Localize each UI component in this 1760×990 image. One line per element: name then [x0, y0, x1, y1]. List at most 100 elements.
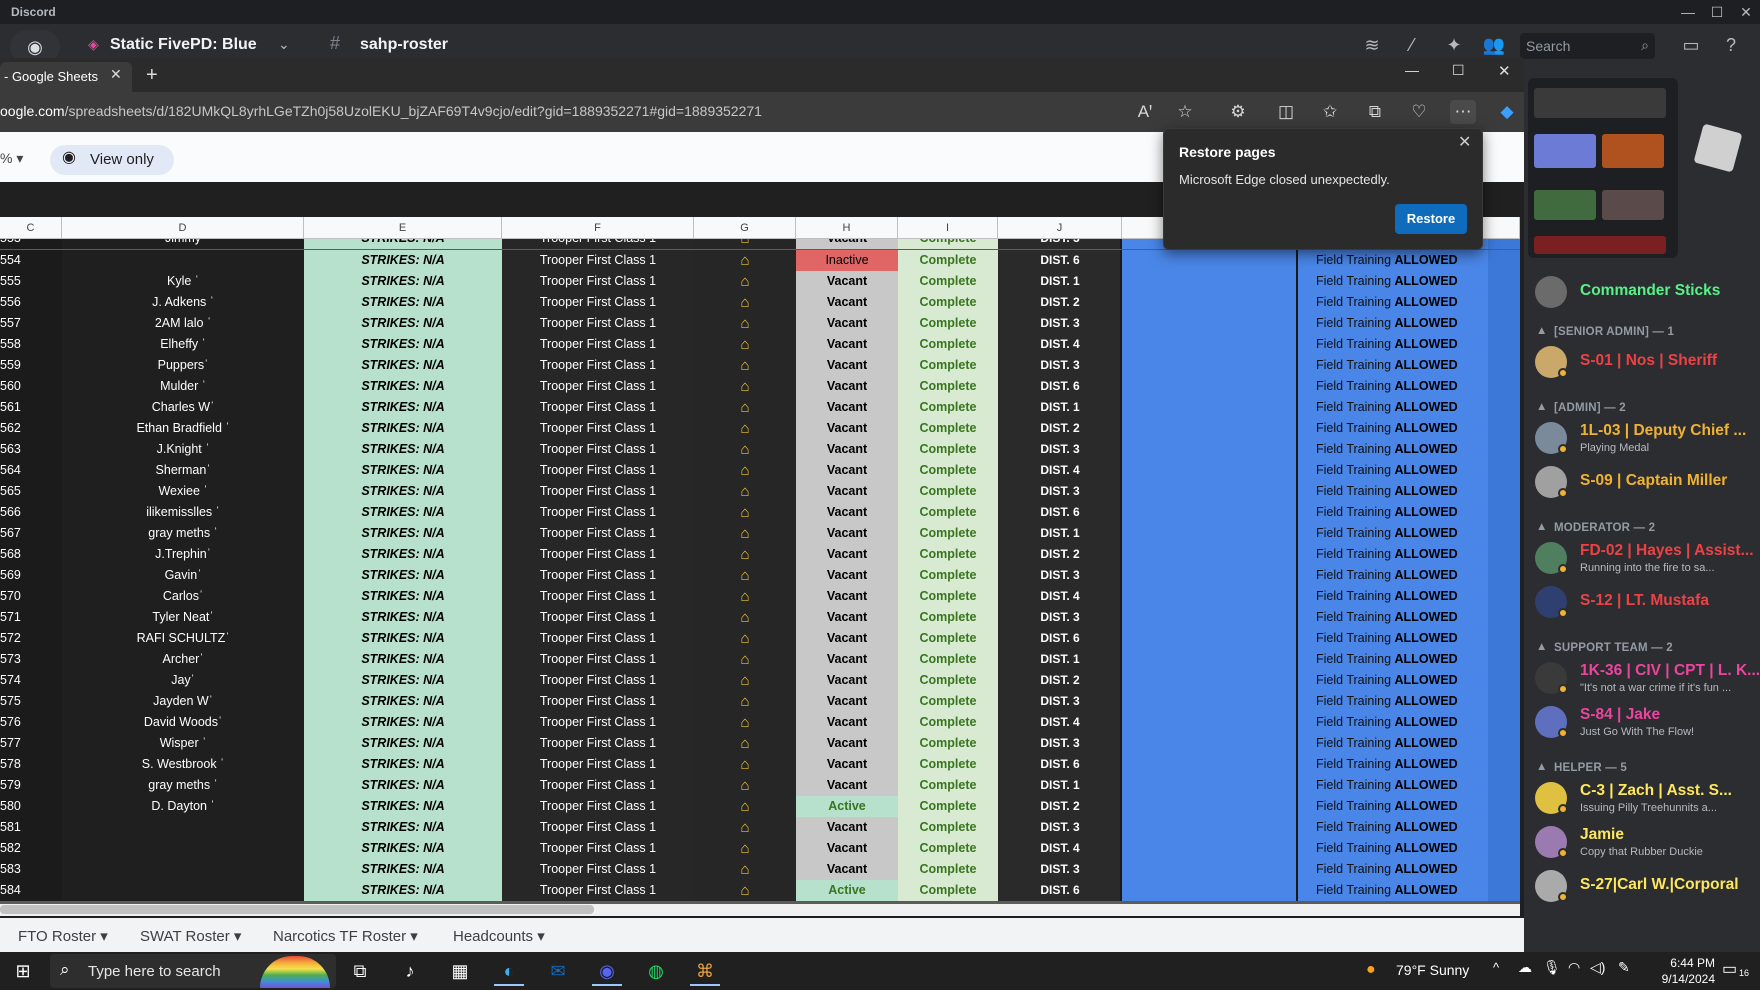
row-number[interactable]: 574 [0, 670, 62, 691]
row-number[interactable]: 553 [0, 239, 62, 249]
cell-empty[interactable] [1122, 544, 1298, 565]
cell-rank[interactable]: Trooper First Class 1 [502, 691, 694, 712]
cell-training[interactable]: Complete [898, 523, 998, 544]
row-number[interactable]: 554 [0, 250, 62, 271]
cell-edge[interactable] [1488, 418, 1520, 439]
cell-empty[interactable] [1122, 712, 1298, 733]
collections-icon[interactable]: ⧉ [1362, 100, 1388, 124]
cell-status[interactable]: Active [796, 880, 898, 901]
column-header-f[interactable]: F [502, 217, 694, 239]
cell-empty[interactable] [1122, 859, 1298, 880]
cell-status[interactable]: Vacant [796, 817, 898, 838]
favorites-icon[interactable]: ✩ [1317, 100, 1343, 124]
cell-rank[interactable]: Trooper First Class 1 [502, 418, 694, 439]
cell-name[interactable] [62, 250, 304, 271]
cell-empty[interactable] [1122, 313, 1298, 334]
cell-field-training[interactable]: Field Training ALLOWED [1298, 817, 1488, 838]
cell-rank[interactable]: Trooper First Class 1 [502, 712, 694, 733]
cell-field-training[interactable]: Field Training ALLOWED [1298, 355, 1488, 376]
cell-rank[interactable]: Trooper First Class 1 [502, 355, 694, 376]
cell-edge[interactable] [1488, 817, 1520, 838]
weather-text[interactable]: 79°F Sunny [1396, 962, 1469, 978]
cell-training[interactable]: Complete [898, 670, 998, 691]
cell-empty[interactable] [1122, 754, 1298, 775]
cell-empty[interactable] [1122, 586, 1298, 607]
pen-icon[interactable]: ✎ [1618, 959, 1630, 976]
cell-empty[interactable] [1122, 817, 1298, 838]
rank-chevron-icon[interactable]: ⌂ [694, 439, 796, 460]
cell-edge[interactable] [1488, 239, 1520, 249]
cell-rank[interactable]: Trooper First Class 1 [502, 523, 694, 544]
cell-edge[interactable] [1488, 481, 1520, 502]
cell-rank[interactable]: Trooper First Class 1 [502, 796, 694, 817]
rank-chevron-icon[interactable]: ⌂ [694, 607, 796, 628]
cell-strikes[interactable]: STRIKES: N/A [304, 355, 502, 376]
more-menu-icon[interactable]: ⋯ [1450, 100, 1476, 124]
cell-name[interactable]: Jimmy [62, 239, 304, 249]
cell-strikes[interactable]: STRIKES: N/A [304, 796, 502, 817]
table-row[interactable]: 569 Gavinˈ STRIKES: N/A Trooper First Class… [0, 565, 1520, 586]
member-list-icon[interactable]: 👥 [1482, 33, 1506, 57]
cell-name[interactable]: J.Knight ˈ [62, 439, 304, 460]
new-tab-button[interactable]: + [146, 64, 158, 87]
cell-empty[interactable] [1122, 691, 1298, 712]
mute-bell-icon[interactable]: ⁄ [1400, 33, 1424, 57]
table-row[interactable]: 554 STRIKES: N/A Trooper First Class 1 ⌂ Ina… [0, 250, 1520, 271]
row-number[interactable]: 573 [0, 649, 62, 670]
rank-chevron-icon[interactable]: ⌂ [694, 712, 796, 733]
cell-training[interactable]: Complete [898, 481, 998, 502]
rank-chevron-icon[interactable]: ⌂ [694, 817, 796, 838]
row-number[interactable]: 564 [0, 460, 62, 481]
cell-rank[interactable]: Trooper First Class 1 [502, 817, 694, 838]
cell-name[interactable]: David Woodsˈ [62, 712, 304, 733]
cell-status[interactable]: Vacant [796, 502, 898, 523]
cell-name[interactable]: RAFI SCHULTZˈ [62, 628, 304, 649]
cell-rank[interactable]: Trooper First Class 1 [502, 502, 694, 523]
cell-empty[interactable] [1122, 733, 1298, 754]
extensions-icon[interactable]: ⚙ [1225, 100, 1251, 124]
column-header-d[interactable]: D [62, 217, 304, 239]
tray-app-icon[interactable]: ☁ [1518, 959, 1532, 976]
cell-training[interactable]: Complete [898, 250, 998, 271]
cell-training[interactable]: Complete [898, 502, 998, 523]
row-number[interactable]: 584 [0, 880, 62, 901]
wifi-icon[interactable]: ◠ [1568, 959, 1580, 976]
cell-district[interactable]: DIST. 3 [998, 355, 1122, 376]
cell-strikes[interactable]: STRIKES: N/A [304, 859, 502, 880]
member-name[interactable]: FD-02 | Hayes | Assist... [1580, 542, 1754, 560]
table-row[interactable]: 577 Wisper ˈ STRIKES: N/A Trooper First Cla… [0, 733, 1520, 754]
search-input[interactable]: Search ⌕ [1520, 33, 1655, 59]
cell-status[interactable]: Vacant [796, 439, 898, 460]
cell-training[interactable]: Complete [898, 838, 998, 859]
cell-strikes[interactable]: STRIKES: N/A [304, 586, 502, 607]
cell-training[interactable]: Complete [898, 775, 998, 796]
cell-edge[interactable] [1488, 250, 1520, 271]
table-row[interactable]: 583 STRIKES: N/A Trooper First Class 1 ⌂ Vac… [0, 859, 1520, 880]
chevron-down-icon[interactable]: ⌄ [278, 36, 290, 53]
cell-training[interactable]: Complete [898, 565, 998, 586]
cell-status[interactable]: Vacant [796, 418, 898, 439]
cell-empty[interactable] [1122, 502, 1298, 523]
cell-training[interactable]: Complete [898, 754, 998, 775]
cell-training[interactable]: Complete [898, 271, 998, 292]
cell-status[interactable]: Vacant [796, 271, 898, 292]
row-number[interactable]: 572 [0, 628, 62, 649]
table-row[interactable]: 582 STRIKES: N/A Trooper First Class 1 ⌂ Vac… [0, 838, 1520, 859]
cell-status[interactable]: Vacant [796, 754, 898, 775]
cell-training[interactable]: Complete [898, 817, 998, 838]
cell-name[interactable]: Archerˈ [62, 649, 304, 670]
cell-field-training[interactable]: Field Training ALLOWED [1298, 544, 1488, 565]
cell-strikes[interactable]: STRIKES: N/A [304, 334, 502, 355]
cell-status[interactable]: Inactive [796, 250, 898, 271]
cell-training[interactable]: Complete [898, 859, 998, 880]
cell-strikes[interactable]: STRIKES: N/A [304, 439, 502, 460]
cell-strikes[interactable]: STRIKES: N/A [304, 607, 502, 628]
discord-taskbar-icon[interactable]: ◉ [592, 956, 622, 986]
row-number[interactable]: 561 [0, 397, 62, 418]
cell-edge[interactable] [1488, 523, 1520, 544]
member-name[interactable]: S-27|Carl W.|Corporal [1580, 876, 1739, 894]
threads-icon[interactable]: ≋ [1360, 33, 1384, 57]
cell-field-training[interactable]: Field Training ALLOWED [1298, 250, 1488, 271]
cell-district[interactable]: DIST. 1 [998, 649, 1122, 670]
rank-chevron-icon[interactable]: ⌂ [694, 502, 796, 523]
